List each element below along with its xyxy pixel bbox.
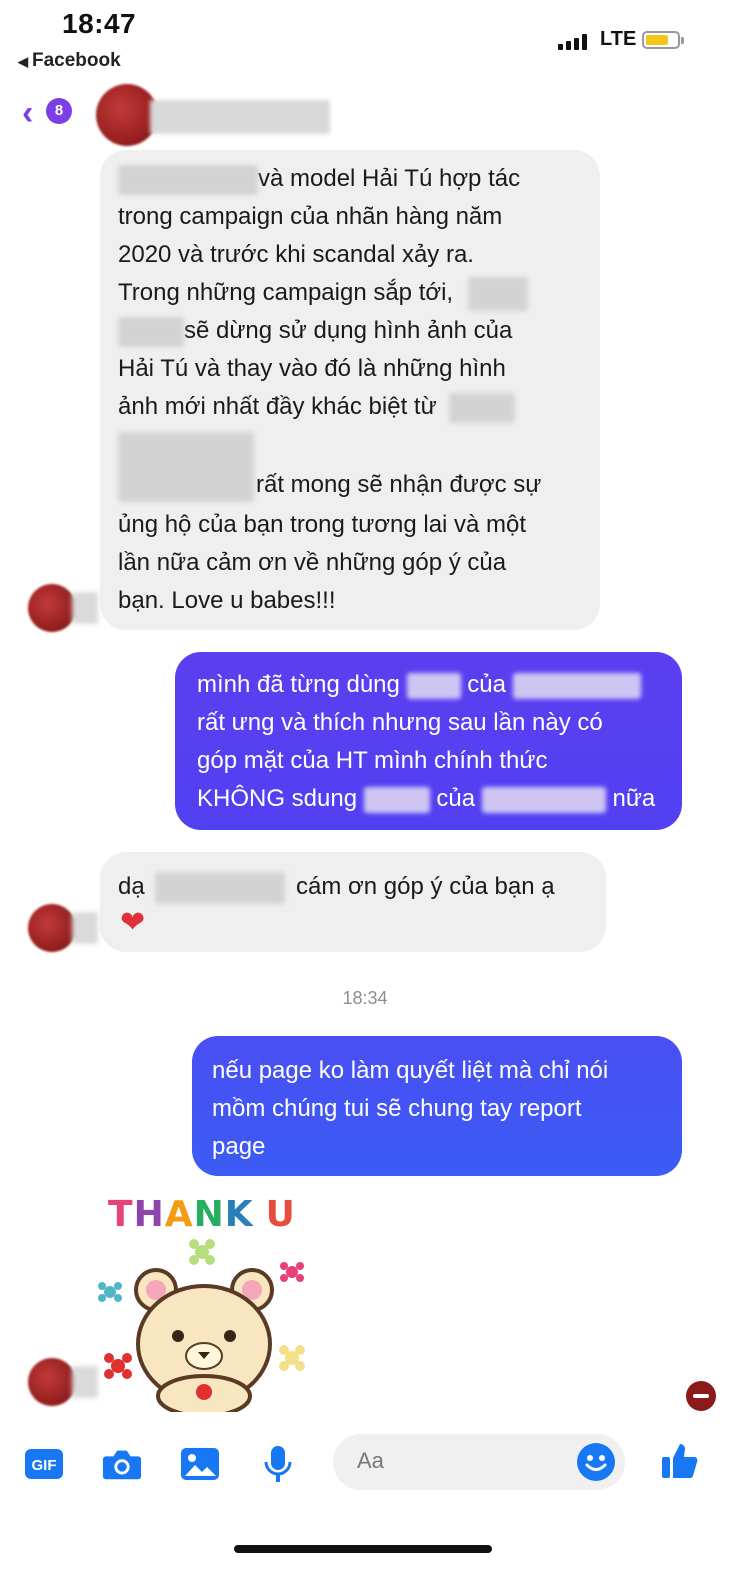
message-text: nữa — [612, 785, 656, 812]
message-input-placeholder: Aa — [357, 1448, 384, 1473]
message-text: bạn. Love u babes!!! — [118, 587, 336, 614]
message-text: cám ơn góp ý của bạn ạ — [296, 873, 555, 900]
battery-icon — [642, 31, 684, 49]
camera-icon[interactable] — [102, 1444, 142, 1484]
redacted-text — [363, 786, 430, 813]
message-bubble-incoming[interactable]: dạ cám ơn góp ý của bạn ạ ❤ — [100, 852, 606, 952]
message-input[interactable]: Aa — [333, 1434, 625, 1490]
back-to-facebook-link[interactable]: ◀ Facebook — [18, 50, 121, 72]
redacted-text — [481, 786, 606, 813]
message-text: rất mong sẽ nhận được sự — [256, 471, 542, 498]
message-text: 2020 và trước khi scandal xảy ra. — [118, 241, 474, 268]
image-icon[interactable] — [180, 1444, 220, 1484]
gif-icon[interactable]: GIF — [24, 1444, 64, 1484]
message-text: Trong những campaign sắp tới, — [118, 279, 454, 306]
svg-text:GIF: GIF — [32, 1457, 57, 1474]
emoji-icon[interactable] — [577, 1443, 615, 1481]
flower-icon — [189, 1239, 215, 1265]
message-text: và model Hải Tú hợp tác — [258, 165, 521, 192]
flower-icon — [98, 1282, 122, 1302]
microphone-icon[interactable] — [258, 1444, 298, 1484]
redacted-text — [118, 316, 184, 347]
status-time: 18:47 — [62, 8, 137, 39]
message-text: ảnh mới nhất đầy khác biệt từ — [118, 393, 437, 420]
back-triangle-icon: ◀ — [18, 54, 28, 69]
message-text: mồm chúng tui sẽ chung tay report — [212, 1095, 582, 1122]
redacted-text — [467, 276, 528, 311]
message-text: góp mặt của HT mình chính thức — [197, 747, 548, 774]
message-text: Hải Tú và thay vào đó là những hình — [118, 355, 506, 382]
sender-avatar[interactable] — [28, 904, 98, 952]
message-text: KHÔNG sdung — [197, 785, 358, 812]
message-text: trong campaign của nhãn hàng năm — [118, 203, 503, 230]
message-text: của — [467, 671, 506, 698]
unread-badge: 8 — [46, 98, 72, 124]
message-bubble-outgoing[interactable]: nếu page ko làm quyết liệt mà chỉ nói mồ… — [192, 1036, 682, 1176]
back-button[interactable]: ‹ 8 — [22, 94, 78, 132]
redacted-text — [118, 164, 258, 195]
remove-icon[interactable] — [686, 1381, 716, 1411]
redacted-text — [155, 871, 286, 904]
sticker-thank-u-text: THANK U — [108, 1194, 296, 1235]
message-text: dạ — [118, 873, 145, 900]
message-text: của — [436, 785, 476, 812]
message-text: lần nữa cảm ơn về những góp ý của — [118, 549, 507, 576]
back-app-label: Facebook — [32, 50, 121, 71]
bear-sticker[interactable] — [94, 1232, 324, 1412]
sender-avatar[interactable] — [28, 584, 98, 632]
sender-avatar[interactable] — [28, 1358, 98, 1406]
contact-name-redacted[interactable] — [150, 100, 330, 134]
message-text: mình đã từng dùng — [197, 671, 400, 698]
heart-emoji: ❤ — [120, 906, 146, 939]
network-label: LTE — [600, 28, 637, 50]
chevron-left-icon: ‹ — [22, 94, 34, 132]
message-bubble-incoming[interactable]: và model Hải Tú hợp tác trong campaign c… — [100, 150, 600, 630]
flower-icon — [279, 1345, 305, 1371]
redacted-text — [118, 432, 254, 502]
message-bubble-outgoing[interactable]: mình đã từng dùng của rất ưng và thích n… — [175, 652, 682, 830]
like-icon[interactable] — [660, 1440, 700, 1480]
home-indicator[interactable] — [234, 1545, 492, 1553]
redacted-text — [406, 672, 461, 699]
message-text: sẽ dừng sử dụng hình ảnh của — [184, 317, 513, 344]
message-text: rất ưng và thích nhưng sau lần này có — [197, 709, 603, 736]
message-text: page — [212, 1133, 266, 1160]
redacted-text — [512, 672, 641, 699]
signal-icon — [558, 34, 594, 50]
flower-icon — [104, 1353, 132, 1379]
redacted-text — [449, 392, 516, 423]
message-text: nếu page ko làm quyết liệt mà chỉ nói — [212, 1057, 609, 1084]
flower-icon — [280, 1262, 304, 1282]
message-timestamp: 18:34 — [342, 988, 388, 1008]
message-text: ủng hộ của bạn trong tương lai và một — [118, 511, 527, 538]
contact-avatar[interactable] — [96, 84, 158, 146]
